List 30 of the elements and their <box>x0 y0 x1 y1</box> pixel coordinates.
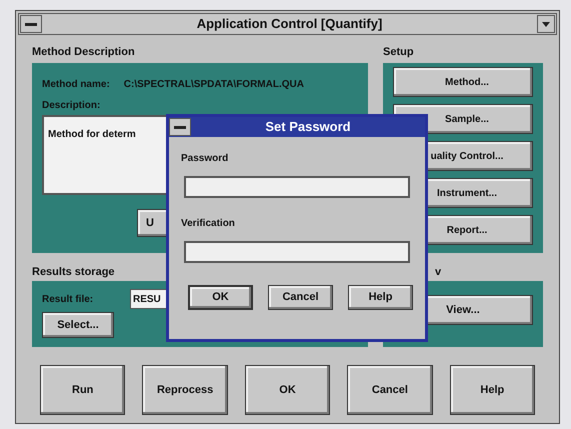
window-title: Application Control [Quantify] <box>196 15 382 34</box>
group-label: Results storage <box>32 265 115 279</box>
field-label: Description: <box>42 99 102 113</box>
dialog-button[interactable]: OK <box>188 285 253 310</box>
field-label: Password <box>181 152 228 166</box>
caret-down-icon <box>542 22 550 26</box>
method-path: C:\SPECTRAL\SPDATA\FORMAL.QUA <box>124 78 304 92</box>
select-button[interactable]: Select... <box>42 312 114 338</box>
action-button[interactable]: Help <box>450 365 536 415</box>
system-menu-button[interactable] <box>20 15 42 33</box>
dialog-title: Set Password <box>264 118 352 136</box>
group-label: v <box>435 265 442 279</box>
action-button[interactable]: Run <box>40 365 126 415</box>
setup-button[interactable]: Method... <box>393 67 533 97</box>
minus-icon <box>174 126 186 128</box>
dialog-button[interactable]: Help <box>348 285 413 310</box>
action-button[interactable]: OK <box>244 365 330 415</box>
dropdown-button[interactable] <box>537 15 555 33</box>
system-menu-button[interactable] <box>169 118 191 136</box>
action-button[interactable]: Reprocess <box>142 365 228 415</box>
group-label: Setup <box>383 45 414 59</box>
field-label: Result file: <box>42 292 94 306</box>
minus-icon <box>25 22 37 26</box>
action-button[interactable]: Cancel <box>347 365 433 415</box>
group-label: Method Description <box>32 45 135 59</box>
field-label: Method name: <box>42 78 110 92</box>
password-field[interactable] <box>184 241 410 263</box>
field-label: Verification <box>181 217 235 231</box>
password-field[interactable] <box>184 176 410 198</box>
dialog-button[interactable]: Cancel <box>268 285 333 310</box>
